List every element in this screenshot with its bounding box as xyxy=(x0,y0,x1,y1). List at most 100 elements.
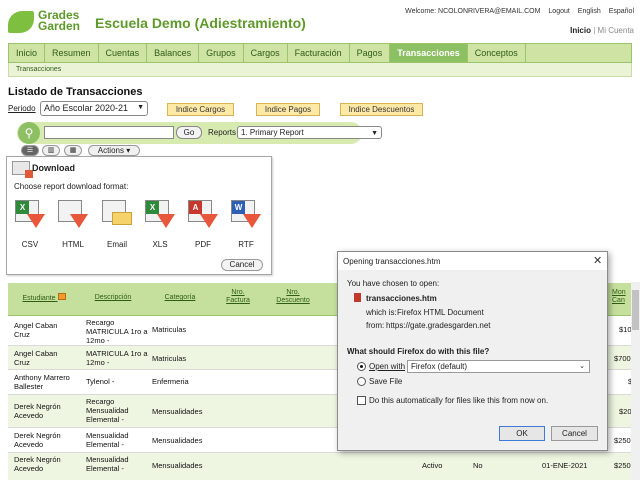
indice-descuentos-button[interactable]: Indice Descuentos xyxy=(340,103,423,116)
go-button[interactable]: Go xyxy=(176,126,202,139)
main-tabs: Inicio Resumen Cuentas Balances Grupos C… xyxy=(8,43,632,63)
cell-categoria: Mensualidades xyxy=(152,436,203,445)
espanol-link[interactable]: Español xyxy=(609,8,634,15)
which-is-label: which is: xyxy=(366,308,397,317)
cell-estudiante: Anthony Marrero Ballester xyxy=(14,373,70,391)
open-with-radio[interactable] xyxy=(357,362,366,371)
tab-grupos[interactable]: Grupos xyxy=(199,44,244,62)
tab-resumen[interactable]: Resumen xyxy=(45,44,99,62)
format-label: PDF xyxy=(195,240,211,249)
download-arrow-icon xyxy=(243,214,261,228)
cell-categoria: Enfermeria xyxy=(152,377,189,386)
col-descuento-line2: Descuento xyxy=(276,297,310,304)
table-row[interactable]: Derek Negrón Acevedo Mensualidad Element… xyxy=(8,453,640,480)
download-arrow-icon xyxy=(70,214,88,228)
download-cancel-button[interactable]: Cancel xyxy=(221,259,263,271)
tab-balances[interactable]: Balances xyxy=(147,44,200,62)
excel-icon: X xyxy=(146,201,159,214)
format-pdf[interactable]: A PDF xyxy=(186,198,220,250)
reports-label: Reports xyxy=(208,128,237,137)
page-title: Listado de Transacciones xyxy=(8,86,143,98)
word-icon: W xyxy=(232,201,245,214)
logout-link[interactable]: Logout xyxy=(548,8,569,15)
from-label: from: xyxy=(366,321,385,330)
col-descuento-line1: Nro. xyxy=(286,289,300,296)
tab-inicio[interactable]: Inicio xyxy=(9,44,46,62)
tab-cargos[interactable]: Cargos xyxy=(244,44,288,62)
download-icon xyxy=(12,161,33,178)
format-label: CSV xyxy=(21,240,39,249)
english-link[interactable]: English xyxy=(578,8,601,15)
school-name: Escuela Demo (Adiestramiento) xyxy=(95,15,306,31)
auto-checkbox[interactable] xyxy=(357,396,366,405)
col-descuento[interactable]: Nro. Descuento xyxy=(270,289,316,305)
periodo-value: Año Escolar 2020-21 xyxy=(44,103,129,113)
tab-conceptos[interactable]: Conceptos xyxy=(468,44,526,62)
col-estudiante[interactable]: Estudiante xyxy=(18,293,70,303)
cell-estudiante: Derek Negrón Acevedo xyxy=(14,431,61,449)
search-icon[interactable]: ⚲ xyxy=(18,122,40,144)
grid-view-icon[interactable]: ▦ xyxy=(64,145,82,156)
cell-descripcion: Mensualidad Elemental - xyxy=(86,431,129,449)
search-input[interactable] xyxy=(44,126,174,139)
cell-descripcion: Mensualidad Elemental - xyxy=(86,455,129,473)
subtab-transacciones[interactable]: Transacciones xyxy=(16,63,631,76)
cell-fecha: 01-ENE-2021 xyxy=(542,461,588,470)
scrollbar-thumb[interactable] xyxy=(632,290,639,330)
chevron-down-icon: ▼ xyxy=(137,104,144,111)
chart-view-icon[interactable]: ▥ xyxy=(42,145,60,156)
cell-estudiante: Angel Caban Cruz xyxy=(14,349,58,367)
download-arrow-icon xyxy=(200,214,218,228)
open-with-label: Open with xyxy=(369,362,406,371)
col-categoria[interactable]: Categoría xyxy=(158,294,202,302)
format-xls[interactable]: X XLS xyxy=(143,198,177,250)
question-text: What should Firefox do with this file? xyxy=(347,347,490,356)
cell-categoria: Mensualidades xyxy=(152,407,203,416)
format-rtf[interactable]: W RTF xyxy=(229,198,263,250)
ok-button[interactable]: OK xyxy=(499,426,545,441)
file-icon xyxy=(354,293,361,302)
indice-pagos-button[interactable]: Indice Pagos xyxy=(256,103,320,116)
actions-label: Actions xyxy=(97,146,124,155)
col-factura[interactable]: Nro. Factura xyxy=(218,289,258,305)
dialog-cancel-button[interactable]: Cancel xyxy=(551,426,598,441)
col-descripcion[interactable]: Descripción xyxy=(88,294,138,302)
inicio-link[interactable]: Inicio xyxy=(570,26,591,35)
col-estudiante-label: Estudiante xyxy=(22,295,56,302)
format-csv[interactable]: X CSV xyxy=(13,198,47,250)
indice-cargos-button[interactable]: Indice Cargos xyxy=(167,103,234,116)
periodo-label: Periodo xyxy=(8,104,36,113)
save-file-radio[interactable] xyxy=(357,377,366,386)
actions-button[interactable]: Actions ▾ xyxy=(88,145,140,156)
format-label: Email xyxy=(106,240,127,249)
logo-line2: Garden xyxy=(38,19,81,33)
tab-transacciones[interactable]: Transacciones xyxy=(390,44,468,62)
save-file-label: Save File xyxy=(369,377,403,386)
download-arrow-icon xyxy=(27,214,45,228)
tab-pagos[interactable]: Pagos xyxy=(350,44,391,62)
dialog-title: Opening transacciones.htm xyxy=(343,257,441,266)
home-links: Inicio | Mi Cuenta xyxy=(570,26,634,35)
close-icon[interactable]: ✕ xyxy=(593,254,602,267)
app-select[interactable]: Firefox (default) ⌄ xyxy=(407,360,590,373)
col-factura-line1: Nro. xyxy=(231,289,245,296)
cell-estudiante: Angel Caban Cruz xyxy=(14,321,58,339)
auto-label: Do this automatically for files like thi… xyxy=(369,396,549,405)
tab-cuentas[interactable]: Cuentas xyxy=(99,44,148,62)
sort-asc-icon xyxy=(57,293,66,300)
tab-facturacion[interactable]: Facturación xyxy=(288,44,350,62)
top-nav: Welcome: NCOLONRIVERA@EMAIL.COM Logout E… xyxy=(399,8,634,15)
report-value: 1. Primary Report xyxy=(241,128,304,137)
mi-cuenta-link[interactable]: Mi Cuenta xyxy=(598,26,634,35)
list-view-icon[interactable]: ☰ xyxy=(21,145,39,156)
format-email[interactable]: Email xyxy=(100,198,134,250)
file-type: Firefox HTML Document xyxy=(397,308,484,317)
file-source: https://gate.gradesgarden.net xyxy=(386,321,491,330)
periodo-select[interactable]: Año Escolar 2020-21 ▼ xyxy=(40,101,148,116)
format-html[interactable]: HTML xyxy=(56,198,90,250)
cell-descripcion: Recargo Mensualidad Elemental - xyxy=(86,397,129,424)
report-select[interactable]: 1. Primary Report ▼ xyxy=(237,126,382,139)
chevron-down-icon: ⌄ xyxy=(579,363,585,370)
cell-categoria: Matriculas xyxy=(152,325,187,334)
cell-monto: $250 xyxy=(614,461,631,470)
